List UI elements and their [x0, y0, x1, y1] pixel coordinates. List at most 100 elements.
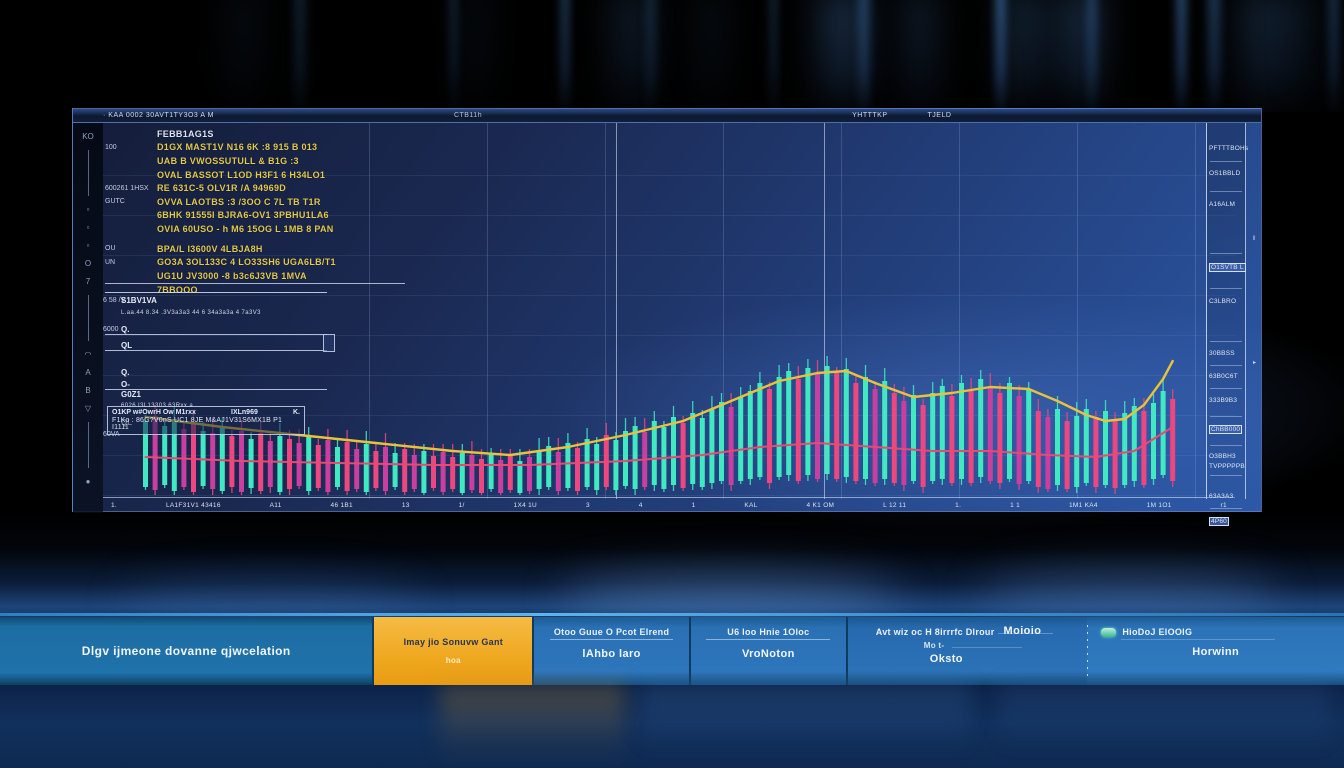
candle-body[interactable]: [373, 451, 378, 488]
candle-body[interactable]: [719, 402, 724, 481]
candle-body[interactable]: [988, 387, 993, 481]
candle-body[interactable]: [921, 405, 926, 487]
indicator-row[interactable]: 6 58 /VS1BV1VA: [105, 292, 327, 305]
candle-body[interactable]: [623, 431, 628, 486]
tool-B-icon[interactable]: B: [85, 386, 90, 395]
candle-body[interactable]: [1017, 396, 1022, 484]
candle-body[interactable]: [546, 446, 551, 487]
candle-body[interactable]: [441, 452, 446, 492]
candle-body[interactable]: [287, 439, 292, 489]
candle-body[interactable]: [335, 447, 340, 487]
candle-body[interactable]: [469, 455, 474, 490]
candle-body[interactable]: [1026, 389, 1031, 481]
candle-body[interactable]: [997, 393, 1002, 483]
tool-dot-icon[interactable]: ▫: [87, 223, 90, 232]
indicator-row[interactable]: 6000Q.: [105, 316, 327, 335]
candle-body[interactable]: [1132, 406, 1137, 481]
candle-body[interactable]: [565, 443, 570, 488]
tool-A-icon[interactable]: A: [85, 368, 90, 377]
toolbar-orange-button[interactable]: Imay jio Sonuvw Ganthoa: [374, 617, 532, 685]
candle-body[interactable]: [354, 449, 359, 489]
candle-body[interactable]: [220, 427, 225, 491]
candle-body[interactable]: [748, 391, 753, 479]
indicator-row[interactable]: Q.: [105, 351, 327, 377]
indicator-row[interactable]: L.aa.44 8.34 .3V3a3a3 44 6 34a3a3a 4 7a3…: [105, 305, 327, 316]
candle-body[interactable]: [1074, 416, 1079, 487]
toolbar-segment-5[interactable]: Avt wiz oc H 8irrrfc DlrourMo t-OkstoMoi…: [848, 617, 1088, 685]
candle-body[interactable]: [786, 371, 791, 475]
tool-7-icon[interactable]: 7: [86, 277, 90, 286]
tool-dot-icon[interactable]: ●: [86, 477, 91, 486]
candle-body[interactable]: [652, 421, 657, 485]
candle-body[interactable]: [364, 444, 369, 492]
candle-body[interactable]: [450, 457, 455, 489]
toolbar-segment-6[interactable]: HioDoJ ElOOlGHorwinn: [1087, 617, 1344, 685]
candle-body[interactable]: [325, 440, 330, 492]
candle-body[interactable]: [383, 447, 388, 491]
candle-body[interactable]: [815, 374, 820, 479]
candle-body[interactable]: [297, 443, 302, 486]
tool-dot-icon[interactable]: ◠: [85, 350, 92, 359]
candle-body[interactable]: [575, 448, 580, 491]
tool-dot-icon[interactable]: ▫: [87, 241, 90, 250]
candle-body[interactable]: [796, 379, 801, 481]
candle-body[interactable]: [767, 389, 772, 483]
candle-body[interactable]: [882, 381, 887, 479]
candle-body[interactable]: [421, 451, 426, 493]
candle-body[interactable]: [978, 379, 983, 477]
candle-body[interactable]: [805, 368, 810, 475]
candle-body[interactable]: [969, 391, 974, 483]
candle-body[interactable]: [210, 433, 215, 489]
candle-body[interactable]: [873, 389, 878, 483]
candle-body[interactable]: [690, 413, 695, 484]
candle-body[interactable]: [1141, 411, 1146, 485]
candle-body[interactable]: [594, 444, 599, 490]
candle-body[interactable]: [306, 437, 311, 491]
candle-body[interactable]: [892, 393, 897, 483]
indicator-row[interactable]: G0Z1: [105, 390, 327, 399]
candle-body[interactable]: [277, 436, 282, 492]
candle-body[interactable]: [460, 453, 465, 493]
tool-dot-icon[interactable]: ▫: [87, 205, 90, 214]
candle-body[interactable]: [738, 397, 743, 481]
candle-body[interactable]: [1045, 417, 1050, 489]
candle-body[interactable]: [853, 383, 858, 481]
candle-body[interactable]: [949, 396, 954, 483]
candle-body[interactable]: [1036, 411, 1041, 487]
candle-body[interactable]: [268, 441, 273, 487]
toolbar-segment-3[interactable]: Otoo Guue O Pcot ElrendlAhbo laro: [534, 617, 689, 685]
candle-body[interactable]: [431, 456, 436, 488]
tool-dot-icon[interactable]: ▽: [85, 404, 91, 413]
candle-body[interactable]: [345, 442, 350, 491]
candle-body[interactable]: [940, 386, 945, 479]
row-end-box[interactable]: [323, 334, 335, 352]
candle-body[interactable]: [1084, 409, 1089, 483]
candle-body[interactable]: [959, 383, 964, 479]
candle-body[interactable]: [527, 457, 532, 491]
toolbar-segment-4[interactable]: U6 loo Hnie 1OlocVroNoton: [691, 617, 846, 685]
candle-body[interactable]: [537, 451, 542, 489]
time-axis[interactable]: 1.LA1F31V1 43416A1146 1B1131/1X4 1U341KA…: [103, 497, 1235, 513]
candle-body[interactable]: [316, 445, 321, 488]
tool-KO-icon[interactable]: KO: [82, 132, 94, 141]
candle-body[interactable]: [1007, 383, 1012, 479]
candle-body[interactable]: [1055, 409, 1060, 485]
candle-body[interactable]: [556, 452, 561, 491]
candle-body[interactable]: [825, 366, 830, 474]
drawing-tools-sidebar[interactable]: KO▫▫▫O7◠AB▽●: [73, 123, 103, 513]
candle-body[interactable]: [1122, 413, 1127, 485]
indicator-row[interactable]: O-: [105, 377, 327, 390]
candle-body[interactable]: [402, 449, 407, 492]
candle-body[interactable]: [834, 373, 839, 479]
candle-body[interactable]: [249, 439, 254, 488]
candle-body[interactable]: [729, 407, 734, 485]
candle-body[interactable]: [671, 417, 676, 485]
candle-body[interactable]: [1093, 417, 1098, 487]
candle-body[interactable]: [709, 409, 714, 483]
candle-body[interactable]: [757, 383, 762, 477]
candle-body[interactable]: [911, 395, 916, 481]
candle-body[interactable]: [613, 440, 618, 490]
candle-body[interactable]: [489, 454, 494, 489]
candle-body[interactable]: [508, 456, 513, 490]
toolbar-segment-1[interactable]: Dlgv ijmeone dovanne qjwcelation: [0, 617, 372, 685]
